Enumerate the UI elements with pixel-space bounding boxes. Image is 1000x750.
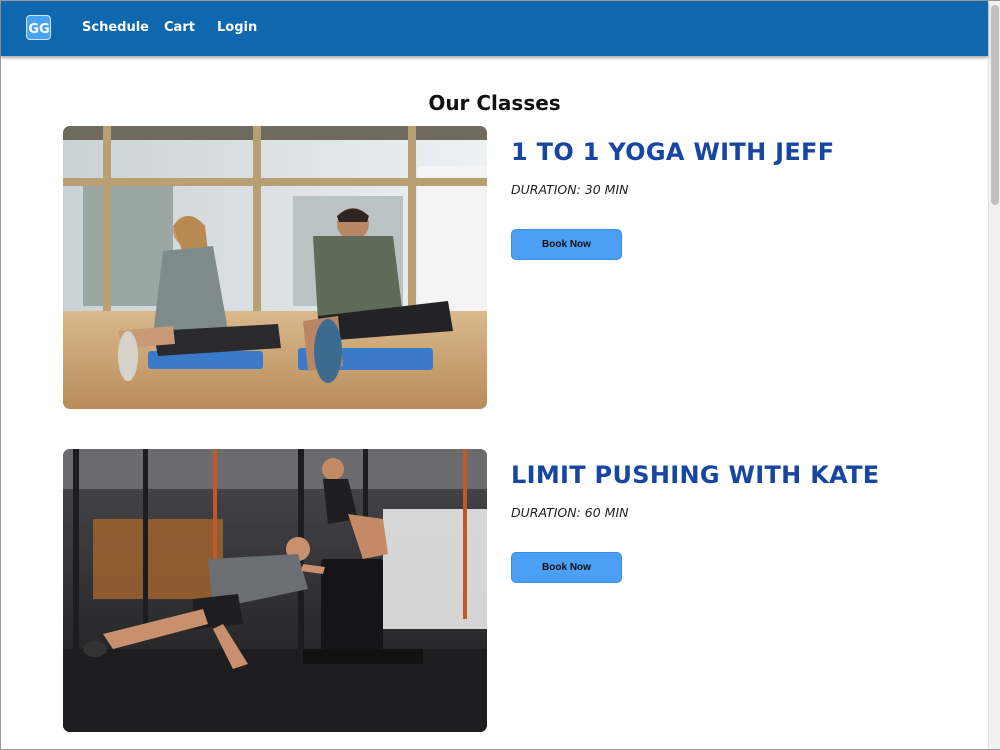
page-title: Our Classes xyxy=(428,91,561,115)
class-card: 1 TO 1 YOGA WITH JEFF DURATION: 30 MIN B… xyxy=(63,126,923,411)
book-now-button[interactable]: Book Now xyxy=(511,229,622,260)
class-duration: DURATION: 30 MIN xyxy=(511,182,629,197)
class-image-gym xyxy=(63,449,487,732)
class-image-yoga xyxy=(63,126,487,409)
nav-link-schedule[interactable]: Schedule xyxy=(82,20,149,35)
page-scrollbar[interactable] xyxy=(988,1,1000,749)
logo-icon: GG xyxy=(28,22,49,37)
class-card: LIMIT PUSHING WITH KATE DURATION: 60 MIN… xyxy=(63,449,923,734)
top-navbar: GG Schedule Cart Login xyxy=(1,1,988,56)
class-title: LIMIT PUSHING WITH KATE xyxy=(511,461,880,489)
brand-logo[interactable]: GG xyxy=(26,15,51,40)
svg-text:GG: GG xyxy=(28,22,49,37)
gym-photo-illustration xyxy=(63,449,487,732)
yoga-photo-illustration xyxy=(63,126,487,409)
book-now-button[interactable]: Book Now xyxy=(511,552,622,583)
nav-link-cart[interactable]: Cart xyxy=(164,20,195,35)
class-duration: DURATION: 60 MIN xyxy=(511,505,629,520)
class-title: 1 TO 1 YOGA WITH JEFF xyxy=(511,138,835,166)
nav-link-login[interactable]: Login xyxy=(217,20,257,35)
scrollbar-thumb[interactable] xyxy=(991,5,999,205)
